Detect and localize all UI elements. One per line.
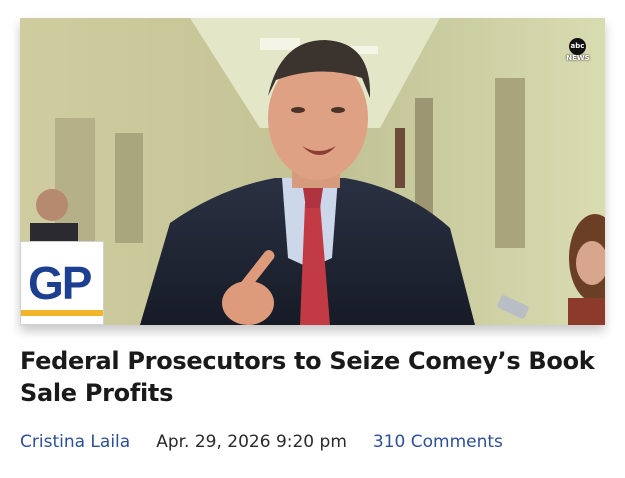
site-logo-text: GP xyxy=(28,257,92,309)
abc-logo-icon: abc xyxy=(569,38,586,55)
site-logo[interactable]: GP xyxy=(20,241,104,325)
publish-date: Apr. 29, 2026 9:20 pm xyxy=(156,432,347,452)
site-logo-stripe xyxy=(21,310,103,316)
article-meta: Cristina Laila Apr. 29, 2026 9:20 pm 310… xyxy=(20,429,503,455)
featured-image[interactable]: abc NEWS xyxy=(20,18,605,325)
abc-news-watermark: abc NEWS xyxy=(561,38,595,62)
featured-photo xyxy=(20,18,605,325)
abc-news-label: NEWS xyxy=(566,54,590,62)
author-link[interactable]: Cristina Laila xyxy=(20,432,130,452)
article-card: abc NEWS GP Federal Prosecutors to Seize… xyxy=(0,0,625,478)
comments-link[interactable]: 310 Comments xyxy=(373,432,503,452)
article-headline[interactable]: Federal Prosecutors to Seize Comey’s Boo… xyxy=(20,345,600,409)
